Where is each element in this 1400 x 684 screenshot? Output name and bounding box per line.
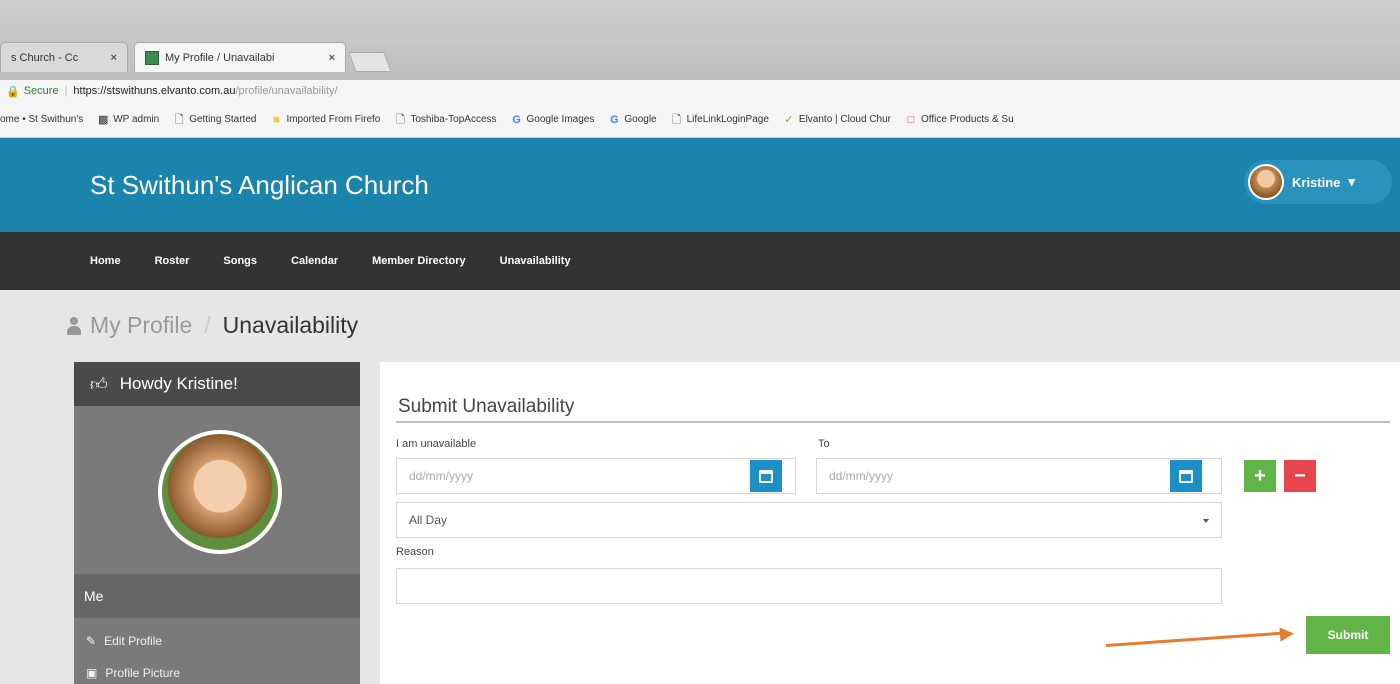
bookmark-item[interactable]: 🗋 LifeLinkLoginPage	[671, 114, 769, 126]
time-select[interactable]: All Day	[396, 502, 1222, 538]
nav-unavailability[interactable]: Unavailability	[500, 255, 571, 267]
lock-icon: 🔒	[6, 85, 20, 98]
page-title: My Profile / Unavailability	[66, 312, 358, 339]
sidebar-section-title: Me	[74, 574, 360, 618]
to-date-input[interactable]: dd/mm/yyyy	[816, 458, 1222, 494]
breadcrumb-parent[interactable]: My Profile	[90, 312, 192, 339]
bookmark-item[interactable]: ome • St Swithun's	[0, 114, 83, 125]
reason-label: Reason	[396, 546, 434, 558]
elvanto-favicon-icon	[145, 50, 159, 65]
calendar-icon	[759, 469, 773, 483]
annotation-arrow-head-icon	[1279, 626, 1295, 642]
site-title[interactable]: St Swithun's Anglican Church	[90, 170, 429, 201]
submit-button[interactable]: Submit	[1306, 616, 1390, 654]
sidebar-link-edit-profile[interactable]: ✎ Edit Profile	[86, 634, 162, 648]
to-label: To	[818, 438, 830, 450]
form-heading: Submit Unavailability	[398, 396, 575, 417]
user-avatar	[1248, 164, 1284, 200]
close-icon[interactable]: ×	[329, 52, 335, 64]
image-icon: ▣	[86, 666, 98, 680]
remove-row-button[interactable]: −	[1284, 460, 1316, 492]
page-icon: 🗋	[395, 113, 405, 126]
chevron-down-icon: ▾	[1348, 174, 1355, 189]
folder-icon: ■	[273, 113, 280, 126]
nav-home[interactable]: Home	[90, 255, 121, 267]
nav-songs[interactable]: Songs	[223, 255, 257, 267]
nav-calendar[interactable]: Calendar	[291, 255, 338, 267]
bookmark-item[interactable]: G Google	[608, 113, 657, 126]
thumbs-up-icon: 👍︎	[90, 374, 108, 394]
sidebar-link-profile-picture[interactable]: ▣ Profile Picture	[86, 666, 180, 680]
bookmark-item[interactable]: □ Office Products & Su	[905, 114, 1014, 126]
address-bar[interactable]: 🔒 Secure | https://stswithuns.elvanto.co…	[0, 80, 1400, 102]
chevron-down-icon	[1203, 519, 1209, 523]
user-icon	[66, 316, 82, 335]
breadcrumb-current: Unavailability	[222, 312, 359, 338]
browser-tabstrip: s Church - Cc × My Profile / Unavailabi …	[0, 0, 1400, 80]
wp-icon: ▩	[98, 113, 109, 126]
calendar-icon	[1179, 469, 1193, 483]
bookmark-item[interactable]: G Google Images	[511, 113, 594, 126]
greeting-text: Howdy Kristine!	[119, 374, 238, 393]
page-icon: 🗋	[672, 113, 682, 126]
profile-sidebar: 👍︎ Howdy Kristine! Me ✎ Edit Profile ▣ P…	[74, 362, 360, 684]
secure-label: Secure	[23, 85, 59, 97]
to-calendar-button[interactable]	[1170, 460, 1202, 492]
from-calendar-button[interactable]	[750, 460, 782, 492]
breadcrumb-separator: /	[204, 312, 211, 338]
browser-tab[interactable]: s Church - Cc ×	[0, 42, 128, 72]
close-icon[interactable]: ×	[111, 52, 117, 64]
from-label: I am unavailable	[396, 438, 477, 450]
minus-icon: −	[1294, 464, 1306, 487]
url-path: /profile/unavailability/	[235, 85, 338, 97]
google-icon: G	[512, 113, 521, 126]
from-date-input[interactable]: dd/mm/yyyy	[396, 458, 796, 494]
bookmark-item[interactable]: ■ Imported From Firefo	[270, 114, 380, 126]
bookmark-item[interactable]: ▩ WP admin	[97, 114, 159, 126]
bookmark-item[interactable]: ✓ Elvanto | Cloud Chur	[783, 114, 891, 126]
greeting-bar: 👍︎ Howdy Kristine!	[74, 362, 360, 406]
tab-title: My Profile / Unavailabi	[165, 51, 275, 64]
page-icon: 🗋	[174, 113, 184, 126]
site-header: St Swithun's Anglican Church Kristine ▾	[0, 138, 1400, 232]
address-separator: |	[64, 85, 68, 97]
bookmarks-bar: ome • St Swithun's ▩ WP admin 🗋 Getting St…	[0, 102, 1400, 138]
main-nav: Home Roster Songs Calendar Member Direct…	[0, 232, 1400, 290]
elvanto-icon: ✓	[784, 113, 794, 126]
bookmark-item[interactable]: 🗋 Toshiba-TopAccess	[394, 113, 497, 126]
browser-tab-active[interactable]: My Profile / Unavailabi ×	[134, 42, 346, 72]
profile-photo	[158, 430, 282, 554]
url-host: https://stswithuns.elvanto.com.au	[73, 85, 236, 97]
pencil-icon: ✎	[86, 634, 97, 648]
nav-roster[interactable]: Roster	[155, 255, 190, 267]
office-icon: □	[907, 113, 915, 126]
nav-member-directory[interactable]: Member Directory	[372, 255, 466, 267]
heading-divider	[396, 421, 1390, 423]
user-name: Kristine	[1292, 174, 1341, 190]
google-icon: G	[610, 113, 619, 126]
user-menu-button[interactable]: Kristine ▾	[1244, 160, 1392, 204]
plus-icon: +	[1254, 464, 1266, 487]
add-row-button[interactable]: +	[1244, 460, 1276, 492]
bookmark-item[interactable]: 🗋 Getting Started	[173, 113, 257, 126]
tab-title: s Church - Cc	[11, 51, 79, 64]
reason-input[interactable]	[396, 568, 1222, 604]
new-tab-button[interactable]	[348, 52, 392, 72]
